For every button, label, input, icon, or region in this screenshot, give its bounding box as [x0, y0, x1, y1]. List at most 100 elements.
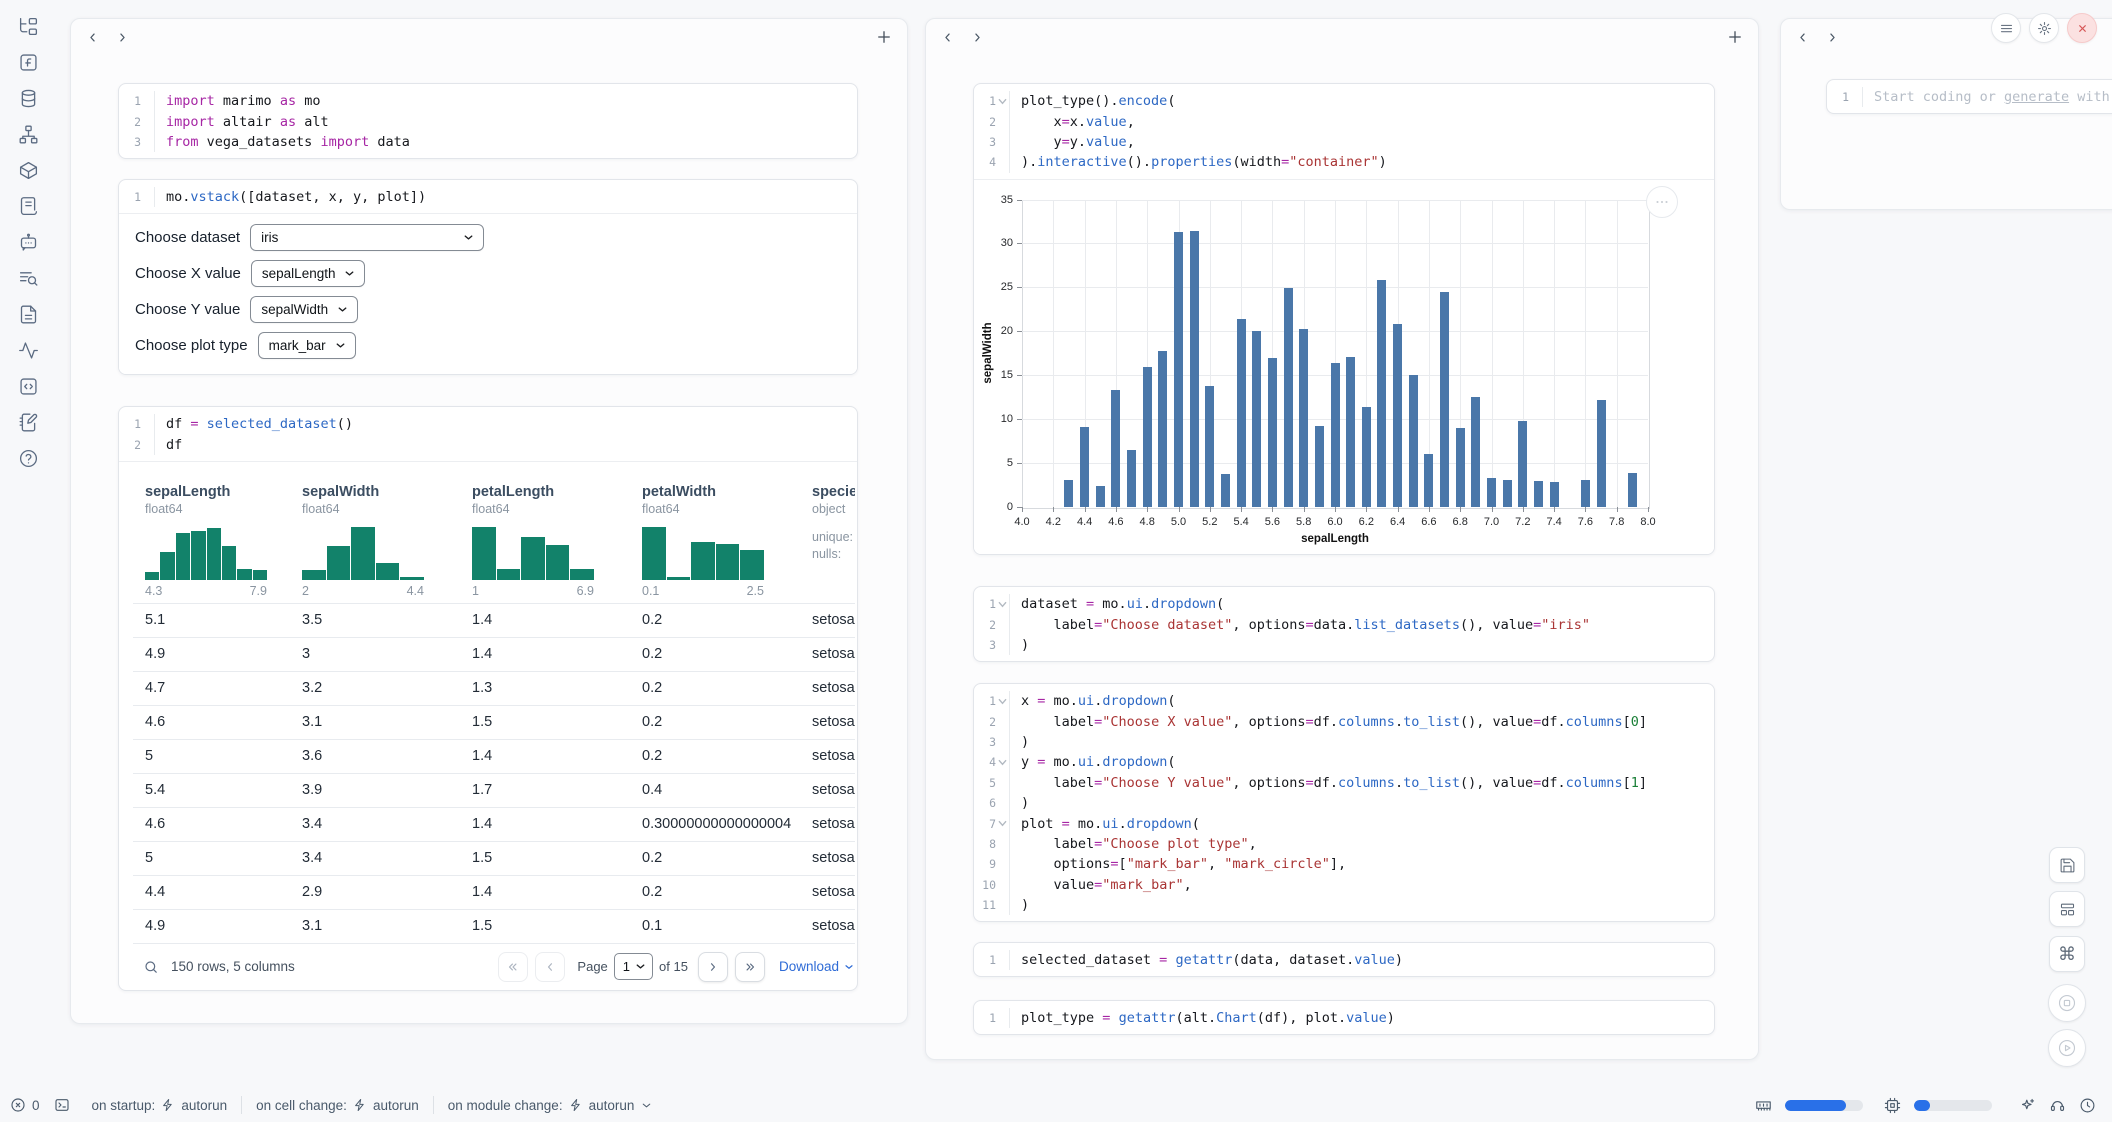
on-cell-change-setting[interactable]: on cell change: autorun — [256, 1098, 419, 1113]
table-row: 4.931.40.2setosa — [133, 637, 855, 671]
histogram-bar — [191, 531, 205, 580]
y-value-select[interactable]: sepalWidth — [250, 296, 358, 323]
y-tick — [1017, 200, 1022, 201]
bar — [1487, 478, 1496, 506]
scroll-right-button[interactable] — [1823, 28, 1841, 46]
on-module-change-setting[interactable]: on module change: autorun — [448, 1098, 654, 1113]
documentation-button[interactable] — [14, 300, 42, 328]
bar — [1550, 482, 1559, 507]
ai-sparkles-button[interactable] — [2019, 1097, 2036, 1114]
chart-options-button[interactable] — [1646, 186, 1678, 218]
column-header-sepalWidth: sepalWidthfloat6424.4 — [290, 484, 460, 603]
range-min: 1 — [472, 584, 479, 598]
stop-button[interactable] — [2048, 984, 2086, 1022]
logs-button[interactable] — [14, 264, 42, 292]
code-editor[interactable]: 1plot_type().encode(2 x=x.value,3 y=y.va… — [974, 84, 1714, 179]
fold-toggle-icon[interactable] — [996, 819, 1009, 828]
fold-toggle-icon[interactable] — [996, 697, 1009, 706]
ram-usage-bar — [1785, 1100, 1863, 1111]
dependency-graph-button[interactable] — [14, 120, 42, 148]
add-cell-button[interactable] — [874, 27, 894, 47]
y-tick — [1017, 375, 1022, 376]
code-text: value="mark_bar", — [1010, 877, 1192, 893]
code-editor[interactable]: 1import marimo as mo2import altair as al… — [119, 84, 857, 158]
fold-toggle-icon[interactable] — [996, 600, 1009, 609]
packages-button[interactable] — [14, 156, 42, 184]
menu-icon — [1999, 21, 2014, 36]
code-editor[interactable]: 1dataset = mo.ui.dropdown(2 label="Choos… — [974, 587, 1714, 661]
bar — [1628, 473, 1637, 506]
table-cell: 0.2 — [630, 680, 800, 696]
histogram-bar — [302, 570, 326, 580]
x-tick-label: 4.8 — [1140, 516, 1155, 528]
x-tick-label: 5.6 — [1265, 516, 1280, 528]
code-editor[interactable]: 1df = selected_dataset()2df — [119, 407, 857, 461]
selected-value: sepalLength — [262, 266, 336, 281]
help-button[interactable] — [14, 444, 42, 472]
gridline-y — [1022, 243, 1648, 244]
x-value-select[interactable]: sepalLength — [251, 260, 366, 287]
shutdown-button[interactable] — [2067, 13, 2097, 43]
scroll-left-button[interactable] — [1793, 28, 1811, 46]
terminal-button[interactable] — [54, 1097, 70, 1113]
x-tick — [1022, 507, 1023, 512]
file-explorer-button[interactable] — [14, 12, 42, 40]
plot-type-select[interactable]: mark_bar — [258, 332, 356, 359]
run-all-button[interactable] — [2048, 1029, 2086, 1067]
first-page-button[interactable] — [498, 952, 528, 982]
table-cell: 0.2 — [630, 646, 800, 662]
generate-with-ai-link[interactable]: generate — [2004, 89, 2069, 105]
on-startup-setting[interactable]: on startup: autorun — [92, 1098, 228, 1113]
scratchpad-button[interactable] — [14, 408, 42, 436]
logs-icon — [18, 268, 39, 289]
next-page-button[interactable] — [698, 952, 728, 982]
code-editor[interactable]: 1mo.vstack([dataset, x, y, plot]) — [119, 180, 857, 213]
code-text: df — [155, 437, 182, 453]
dataset-select[interactable]: iris — [250, 224, 484, 251]
bar — [1346, 357, 1355, 507]
chevron-down-icon — [336, 303, 349, 316]
code-editor[interactable]: 1x = mo.ui.dropdown(2 label="Choose X va… — [974, 684, 1714, 921]
tracing-button[interactable] — [14, 336, 42, 364]
scripts-button[interactable] — [14, 192, 42, 220]
on-module-change-value: autorun — [589, 1098, 635, 1113]
previous-page-button[interactable] — [535, 952, 565, 982]
altair-chart[interactable]: 4.04.24.44.64.85.05.25.45.65.86.06.26.46… — [974, 180, 1714, 554]
code-editor[interactable]: 1selected_dataset = getattr(data, datase… — [974, 943, 1714, 976]
add-cell-button[interactable] — [1725, 27, 1745, 47]
errors-indicator[interactable]: 0 — [10, 1097, 40, 1113]
x-tick — [1523, 507, 1524, 512]
chat-button[interactable] — [14, 228, 42, 256]
layout-icon — [2059, 901, 2076, 918]
page-select[interactable]: 1 — [614, 953, 653, 980]
code-editor[interactable]: 1Start coding or generate with — [1827, 80, 2112, 113]
histogram-range: 4.37.9 — [145, 584, 267, 603]
functions-button[interactable] — [14, 48, 42, 76]
scroll-right-button[interactable] — [113, 28, 131, 46]
bar — [1581, 480, 1590, 506]
recent-runs-button[interactable] — [2079, 1097, 2096, 1114]
settings-button[interactable] — [2029, 13, 2059, 43]
download-button[interactable]: Download — [779, 959, 855, 974]
keyboard-shortcuts-button[interactable]: ⌘ — [2049, 936, 2085, 972]
scroll-left-button[interactable] — [938, 28, 956, 46]
scroll-left-button[interactable] — [83, 28, 101, 46]
range-max: 4.4 — [407, 584, 424, 598]
code-editor[interactable]: 1plot_type = getattr(alt.Chart(df), plot… — [974, 1001, 1714, 1034]
line-number: 3 — [119, 135, 141, 149]
save-button[interactable] — [2049, 847, 2085, 883]
code-line: 1plot_type = getattr(alt.Chart(df), plot… — [974, 1008, 1714, 1028]
menu-button[interactable] — [1991, 13, 2021, 43]
fold-toggle-icon[interactable] — [996, 758, 1009, 767]
search-icon[interactable] — [143, 959, 159, 975]
layout-button[interactable] — [2049, 891, 2085, 927]
y-tick-label: 15 — [1001, 369, 1013, 381]
column-header-petalLength: petalLengthfloat6416.9 — [460, 484, 630, 603]
fold-toggle-icon[interactable] — [996, 97, 1009, 106]
datasources-button[interactable] — [14, 84, 42, 112]
last-page-button[interactable] — [735, 952, 765, 982]
assistant-button[interactable] — [2049, 1097, 2066, 1114]
vstack-cell: 1mo.vstack([dataset, x, y, plot])Choose … — [118, 179, 858, 375]
scroll-right-button[interactable] — [968, 28, 986, 46]
snippets-button[interactable] — [14, 372, 42, 400]
